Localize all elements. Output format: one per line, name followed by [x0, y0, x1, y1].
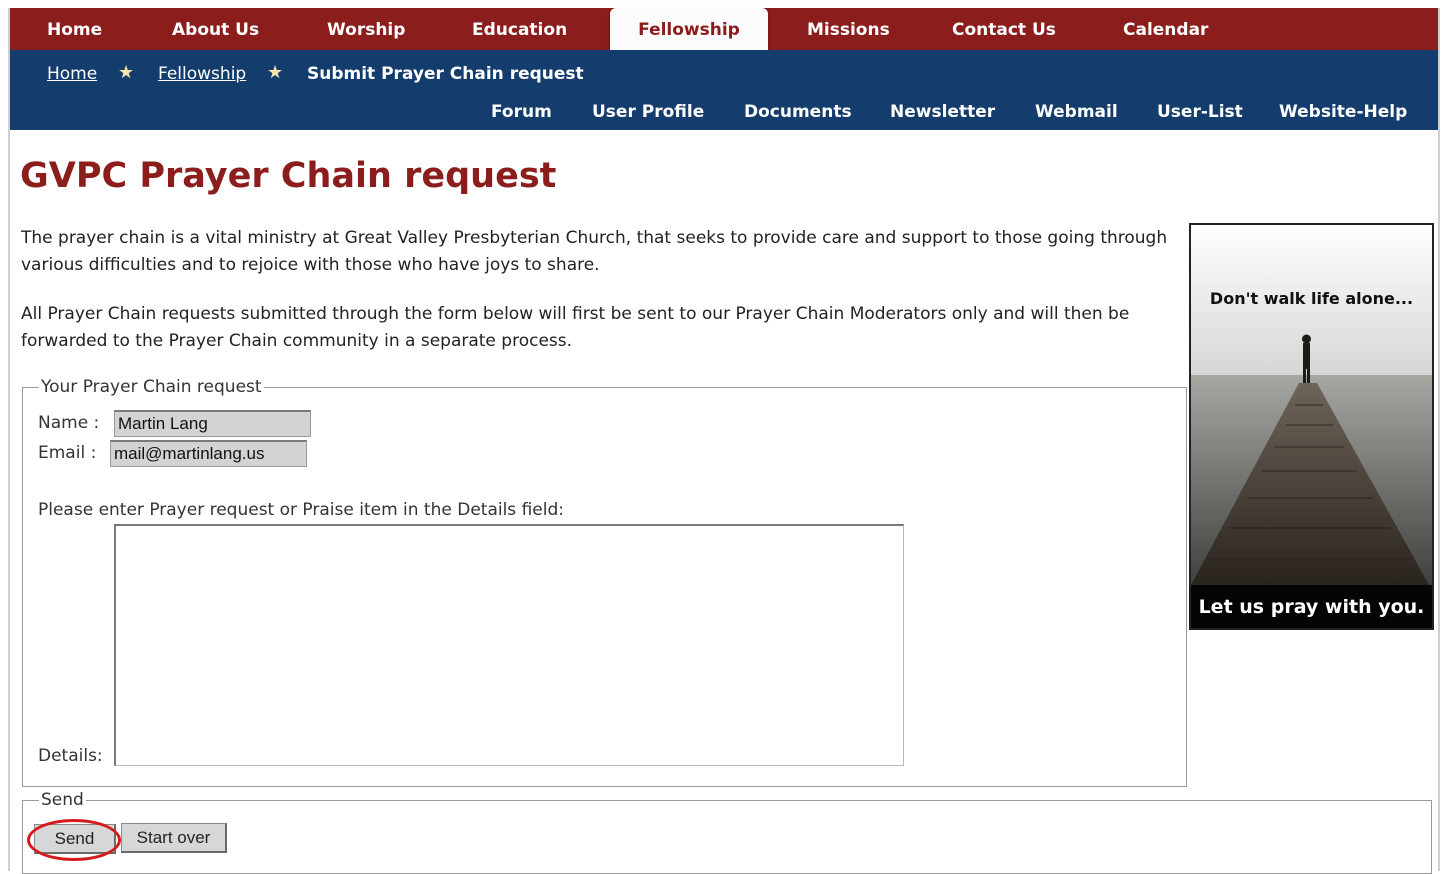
- breadcrumb-current: Submit Prayer Chain request: [307, 64, 584, 84]
- details-textarea[interactable]: [114, 524, 904, 766]
- subnav-documents[interactable]: Documents: [744, 102, 852, 122]
- prayer-ad-image: Don't walk life alone... Let us pray wit…: [1189, 223, 1434, 630]
- intro-paragraph: The prayer chain is a vital ministry at …: [21, 228, 1168, 275]
- details-label: Details:: [38, 746, 103, 766]
- topnav-fellowship[interactable]: Fellowship: [610, 8, 768, 54]
- top-nav: Home About Us Worship Education Fellowsh…: [10, 8, 1438, 54]
- topnav-missions[interactable]: Missions: [807, 8, 890, 50]
- topnav-home[interactable]: Home: [47, 8, 102, 50]
- name-input[interactable]: [114, 410, 311, 437]
- topnav-calendar[interactable]: Calendar: [1123, 8, 1208, 50]
- email-input[interactable]: [110, 440, 307, 467]
- pier-illustration: [1191, 225, 1432, 628]
- page-title: GVPC Prayer Chain request: [20, 156, 557, 196]
- send-legend: Send: [41, 790, 84, 810]
- breadcrumb-fellowship-link[interactable]: Fellowship: [158, 64, 246, 84]
- prayer-request-legend: Your Prayer Chain request: [41, 377, 262, 397]
- topnav-education[interactable]: Education: [472, 8, 567, 50]
- topnav-contact-us[interactable]: Contact Us: [952, 8, 1056, 50]
- subnav-user-list[interactable]: User-List: [1157, 102, 1243, 122]
- email-label: Email :: [38, 443, 97, 463]
- topnav-about-us[interactable]: About Us: [172, 8, 259, 50]
- page-frame: Home About Us Worship Education Fellowsh…: [8, 8, 1440, 874]
- breadcrumb-home-link[interactable]: Home: [47, 64, 97, 84]
- star-icon: ★: [267, 62, 284, 83]
- ad-top-text: Don't walk life alone...: [1209, 289, 1414, 308]
- star-icon: ★: [118, 62, 135, 83]
- note-paragraph: All Prayer Chain requests submitted thro…: [21, 304, 1130, 351]
- send-fieldset: Send: [22, 790, 1432, 874]
- ad-bottom-text: Let us pray with you.: [1198, 596, 1425, 618]
- send-button[interactable]: Send: [34, 824, 116, 854]
- details-instructions: Please enter Prayer request or Praise it…: [38, 500, 564, 520]
- topnav-worship[interactable]: Worship: [327, 8, 405, 50]
- subnav-forum[interactable]: Forum: [491, 102, 552, 122]
- subnav-newsletter[interactable]: Newsletter: [890, 102, 995, 122]
- name-label: Name :: [38, 413, 100, 433]
- start-over-button[interactable]: Start over: [121, 823, 227, 853]
- secondary-nav-bar: Home ★ Fellowship ★ Submit Prayer Chain …: [10, 50, 1438, 130]
- subnav-user-profile[interactable]: User Profile: [592, 102, 704, 122]
- subnav-website-help[interactable]: Website-Help: [1279, 102, 1407, 122]
- subnav-webmail[interactable]: Webmail: [1035, 102, 1118, 122]
